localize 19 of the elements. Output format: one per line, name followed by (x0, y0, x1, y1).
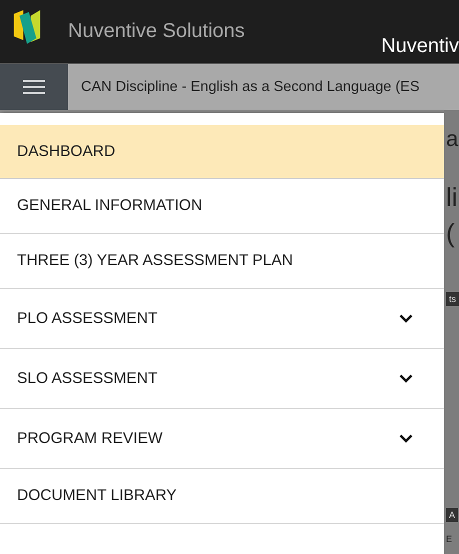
menu-item[interactable]: DOCUMENT LIBRARY (0, 469, 444, 524)
menu-item[interactable]: THREE (3) YEAR ASSESSMENT PLAN (0, 234, 444, 289)
menu-item[interactable]: DASHBOARD (0, 125, 444, 179)
menu-button[interactable] (0, 64, 68, 110)
page-text-fragment: A (446, 508, 458, 522)
page-text-fragment: li (446, 182, 458, 213)
menu-item[interactable]: GENERAL INFORMATION (0, 179, 444, 234)
page-title: Nuventiv (381, 35, 459, 58)
menu-item[interactable]: SLO ASSESSMENT (0, 349, 444, 409)
menu-icon (23, 79, 45, 95)
page-text-fragment: a (446, 126, 458, 152)
brand-name: Nuventive Solutions (68, 20, 245, 43)
page-text-fragment: E (446, 534, 452, 544)
menu-item[interactable]: PLO ASSESSMENT (0, 289, 444, 349)
logo-icon (12, 8, 42, 46)
breadcrumb-text: CAN Discipline - English as a Second Language (ES (81, 79, 420, 95)
page-text-fragment: ( (446, 218, 455, 249)
menu-item[interactable]: PROGRAM REVIEW (0, 409, 444, 469)
page-text-fragment: ts (446, 292, 459, 306)
